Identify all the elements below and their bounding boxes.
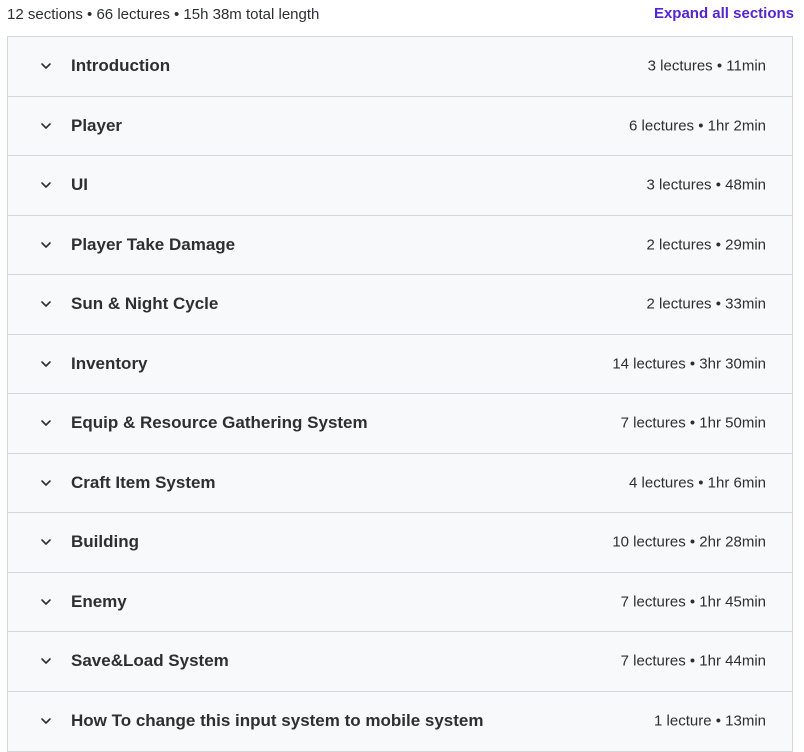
section-row-9[interactable]: Building 10 lectures • 2hr 28min [8, 513, 792, 573]
chevron-down-icon [40, 477, 52, 489]
section-title: Sun & Night Cycle [71, 294, 219, 314]
section-row-3[interactable]: UI 3 lectures • 48min [8, 156, 792, 216]
section-title: Craft Item System [71, 472, 216, 492]
section-row-5[interactable]: Sun & Night Cycle 2 lectures • 33min [8, 275, 792, 335]
section-row-6[interactable]: Inventory 14 lectures • 3hr 30min [8, 334, 792, 394]
chevron-down-icon [40, 655, 52, 667]
section-row-4[interactable]: Player Take Damage 2 lectures • 29min [8, 215, 792, 275]
section-row-12[interactable]: How To change this input system to mobil… [8, 691, 792, 751]
course-summary-bar: 12 sections • 66 lectures • 15h 38m tota… [0, 0, 804, 30]
section-meta: 3 lectures • 11min [647, 57, 766, 75]
section-row-10[interactable]: Enemy 7 lectures • 1hr 45min [8, 572, 792, 632]
section-row-7[interactable]: Equip & Resource Gathering System 7 lect… [8, 394, 792, 454]
section-meta: 7 lectures • 1hr 44min [620, 652, 766, 670]
section-title: Enemy [71, 591, 127, 611]
chevron-down-icon [40, 239, 52, 251]
course-summary-text: 12 sections • 66 lectures • 15h 38m tota… [7, 6, 320, 23]
section-meta: 10 lectures • 2hr 28min [612, 533, 766, 551]
section-title: How To change this input system to mobil… [71, 711, 484, 731]
chevron-down-icon [40, 298, 52, 310]
section-row-8[interactable]: Craft Item System 4 lectures • 1hr 6min [8, 453, 792, 513]
section-meta: 4 lectures • 1hr 6min [629, 474, 766, 492]
section-meta: 3 lectures • 48min [646, 176, 766, 194]
section-title: UI [71, 175, 88, 195]
section-title: Player [71, 115, 123, 135]
chevron-down-icon [40, 417, 52, 429]
section-row-11[interactable]: Save&Load System 7 lectures • 1hr 44min [8, 632, 792, 692]
course-content-page: 12 sections • 66 lectures • 15h 38m tota… [0, 0, 804, 752]
section-meta: 7 lectures • 1hr 45min [620, 593, 766, 611]
section-meta: 14 lectures • 3hr 30min [612, 355, 766, 373]
chevron-down-icon [40, 358, 52, 370]
section-title: Building [71, 532, 139, 552]
chevron-down-icon [40, 536, 52, 548]
chevron-down-icon [40, 596, 52, 608]
section-list: Introduction 3 lectures • 11min Player 6… [7, 36, 793, 752]
section-meta: 1 lecture • 13min [654, 712, 766, 730]
chevron-down-icon [40, 60, 52, 72]
section-title: Inventory [71, 353, 148, 373]
section-title: Introduction [71, 56, 171, 76]
section-meta: 2 lectures • 29min [646, 236, 766, 254]
section-title: Player Take Damage [71, 234, 236, 254]
chevron-down-icon [40, 120, 52, 132]
section-meta: 7 lectures • 1hr 50min [620, 414, 766, 432]
section-row-2[interactable]: Player 6 lectures • 1hr 2min [8, 96, 792, 156]
chevron-down-icon [40, 715, 52, 727]
section-title: Equip & Resource Gathering System [71, 413, 368, 433]
section-meta: 6 lectures • 1hr 2min [629, 117, 766, 135]
section-title: Save&Load System [71, 651, 229, 671]
chevron-down-icon [40, 179, 52, 191]
expand-all-sections-button[interactable]: Expand all sections [654, 5, 794, 22]
section-row-1[interactable]: Introduction 3 lectures • 11min [8, 37, 792, 97]
section-meta: 2 lectures • 33min [646, 295, 766, 313]
